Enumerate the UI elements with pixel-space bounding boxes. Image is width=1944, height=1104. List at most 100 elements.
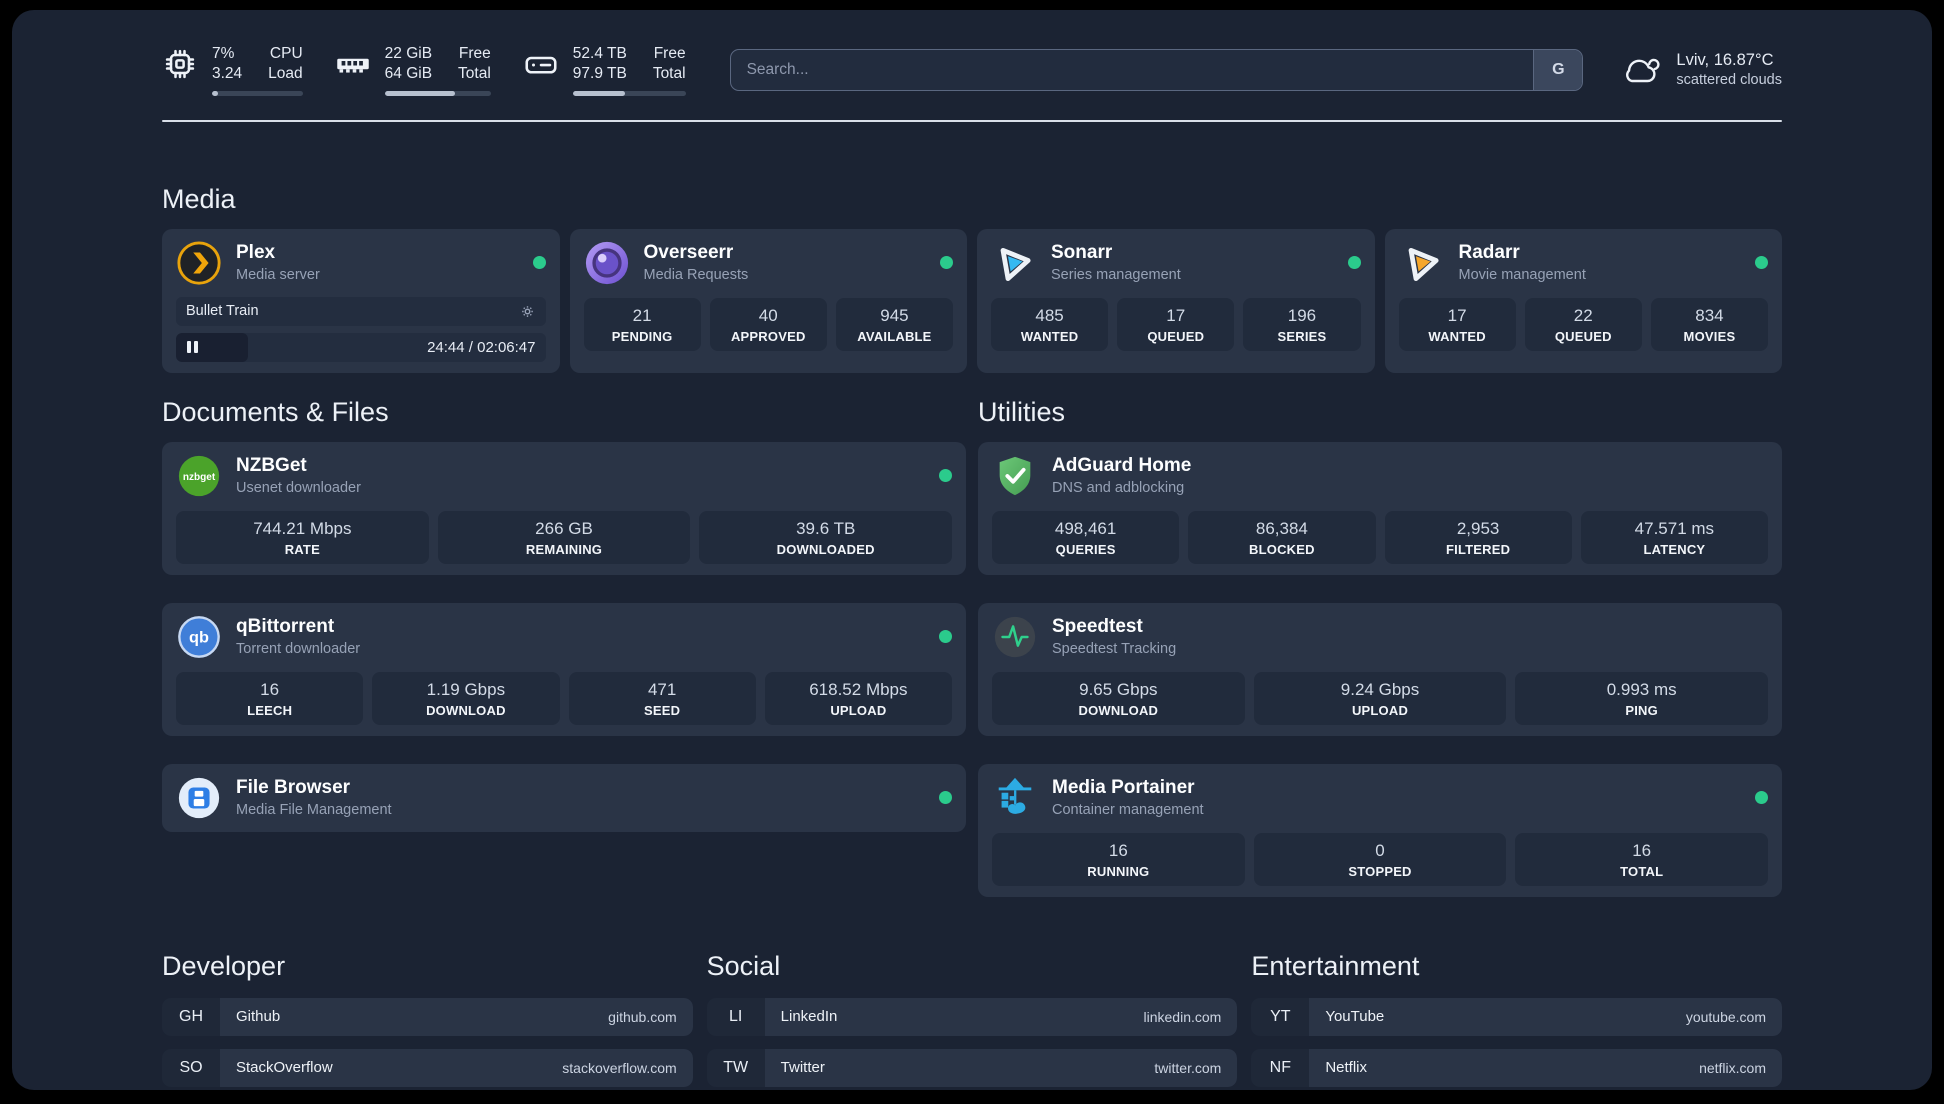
service-card-text: Radarr Movie management (1459, 242, 1586, 283)
service-card-header: File Browser Media File Management (176, 775, 952, 821)
nzbget-icon: nzbget (176, 453, 222, 499)
speedtest-icon (992, 614, 1038, 660)
bookmark-url: twitter.com (1154, 1059, 1222, 1076)
system-value: 22 GiB (384, 45, 433, 62)
bookmark-abbr: TW (706, 1048, 765, 1087)
bookmark-row-github[interactable]: GH Github github.com (162, 997, 693, 1036)
service-card-overseerr[interactable]: Overseerr Media Requests 21 PENDING 40 A… (569, 228, 967, 373)
stat-label: WANTED (1020, 328, 1079, 344)
cpu-icon (162, 44, 198, 82)
service-description: Torrent downloader (236, 641, 361, 658)
search-input[interactable] (730, 60, 1534, 79)
bookmark-name: Twitter (780, 1059, 825, 1077)
bookmark-row-stackoverflow[interactable]: SO StackOverflow stackoverflow.com (162, 1048, 693, 1087)
service-name: Sonarr (1051, 242, 1113, 264)
service-name: Plex (236, 242, 276, 264)
bookmark-row-linkedin[interactable]: LI LinkedIn linkedin.com (706, 997, 1238, 1036)
system-label: Free (458, 45, 491, 62)
overseerr-icon (584, 240, 630, 286)
bookmark-url: netflix.com (1699, 1059, 1766, 1076)
bookmark-body: LinkedIn linkedin.com (764, 997, 1238, 1036)
stats-row: 16 LEECH 1.19 Gbps DOWNLOAD 471 SEED 618… (176, 671, 952, 725)
stat-value: 618.52 Mbps (809, 679, 908, 699)
service-description: Usenet downloader (236, 480, 361, 497)
stat-label: REMAINING (525, 541, 603, 557)
service-card-nzbget[interactable]: nzbget NZBGet Usenet downloader 744.21 M… (162, 441, 966, 575)
service-card-adguard[interactable]: AdGuard Home DNS and adblocking 498,461 … (978, 441, 1782, 575)
documents-card-stack: nzbget NZBGet Usenet downloader 744.21 M… (162, 441, 966, 832)
system-progress-fill (212, 90, 219, 96)
stat-box: 9.65 Gbps DOWNLOAD (992, 671, 1245, 725)
stat-value: 471 (647, 679, 677, 699)
service-card-text: Overseerr Media Requests (644, 242, 749, 283)
stat-box: 2,953 FILTERED (1384, 510, 1572, 564)
service-name: Speedtest (1052, 616, 1143, 638)
bookmark-row-twitter[interactable]: TW Twitter twitter.com (706, 1048, 1238, 1087)
stat-value: 21 (632, 305, 652, 325)
service-card-speedtest[interactable]: Speedtest Speedtest Tracking 9.65 Gbps D… (978, 602, 1782, 736)
stats-row: 744.21 Mbps RATE 266 GB REMAINING 39.6 T… (176, 510, 953, 564)
system-widget-body: 22 GiB 64 GiB Free Total (384, 44, 491, 96)
bookmark-body: YouTube youtube.com (1309, 997, 1782, 1036)
service-card-header: Sonarr Series management (991, 240, 1361, 286)
system-widgets: 7% 3.24 CPU Load 22 GiB 64 GiB Free Tota… (162, 44, 686, 96)
stat-label: WANTED (1428, 328, 1486, 344)
stat-box: 0.993 ms PING (1515, 671, 1769, 725)
system-progress-bar (572, 90, 686, 96)
service-card-sonarr[interactable]: Sonarr Series management 485 WANTED 17 Q… (977, 228, 1375, 373)
stat-box: 196 SERIES (1243, 297, 1361, 351)
service-card-text: NZBGet Usenet downloader (236, 455, 361, 496)
stat-box: 47.571 ms LATENCY (1580, 510, 1768, 564)
stat-label: QUEUED (1554, 328, 1612, 344)
stat-label: QUEUED (1147, 328, 1205, 344)
now-playing-row: Bullet Train (176, 296, 546, 326)
system-widget-body: 52.4 TB 97.9 TB Free Total (572, 44, 686, 96)
service-card-plex[interactable]: Plex Media server Bullet Train 24:44 / 0… (162, 228, 560, 373)
stat-label: BLOCKED (1249, 541, 1315, 557)
system-widget-values: 22 GiB 64 GiB (385, 44, 432, 85)
service-name: Radarr (1458, 242, 1520, 264)
stat-box: 16 LEECH (176, 671, 364, 725)
bookmarks-region: Developer GH Github github.com SO StackO… (162, 951, 1782, 1090)
service-card-filebrowser[interactable]: File Browser Media File Management (162, 763, 966, 832)
bookmark-row-netflix[interactable]: NF Netflix netflix.com (1251, 1048, 1782, 1087)
system-widget-labels: CPU Load (268, 44, 302, 85)
bookmark-body: Github github.com (220, 997, 693, 1036)
stats-row: 485 WANTED 17 QUEUED 196 SERIES (991, 297, 1361, 351)
bookmark-abbr: SO (162, 1048, 220, 1087)
service-card-radarr[interactable]: Radarr Movie management 17 WANTED 22 QUE… (1384, 228, 1782, 373)
service-description: Series management (1051, 267, 1181, 284)
system-label: CPU (269, 45, 303, 62)
stat-value: 47.571 ms (1634, 518, 1715, 538)
bookmark-abbr: GH (162, 997, 220, 1036)
plex-icon (176, 240, 222, 286)
service-card-portainer[interactable]: Media Portainer Container management 16 … (978, 763, 1782, 897)
search-provider-button[interactable]: G (1533, 49, 1583, 90)
stat-label: PING (1625, 702, 1658, 718)
stat-value: 22 (1573, 305, 1593, 325)
weather-widget: Lviv, 16.87°C scattered clouds (1619, 48, 1782, 92)
stat-box: 945 AVAILABLE (835, 297, 954, 351)
weather-condition: scattered clouds (1676, 72, 1782, 89)
service-card-qbittorrent[interactable]: qb qBittorrent Torrent downloader 16 LEE… (162, 602, 966, 736)
system-widget-disk: 52.4 TB 97.9 TB Free Total (523, 44, 686, 96)
system-progress-bar (384, 90, 491, 96)
stat-value: 16 (1632, 840, 1652, 860)
bookmark-list: LI LinkedIn linkedin.com TW Twitter twit… (706, 997, 1238, 1087)
stat-label: UPLOAD (1351, 702, 1409, 718)
gear-icon[interactable] (519, 303, 536, 320)
bookmark-name: StackOverflow (236, 1059, 333, 1077)
status-dot (532, 256, 546, 270)
adguard-icon (992, 453, 1038, 499)
status-dot (1755, 256, 1768, 270)
service-card-header: Media Portainer Container management (992, 775, 1768, 821)
bookmark-abbr: NF (1251, 1048, 1310, 1087)
media-card-grid: Plex Media server Bullet Train 24:44 / 0… (162, 228, 1782, 373)
section-title-entertainment: Entertainment (1251, 950, 1420, 981)
status-dot (939, 469, 952, 483)
service-card-text: qBittorrent Torrent downloader (236, 616, 360, 657)
stat-value: 9.24 Gbps (1340, 679, 1420, 699)
bookmark-row-youtube[interactable]: YT YouTube youtube.com (1251, 997, 1782, 1036)
stat-box: 618.52 Mbps UPLOAD (764, 671, 952, 725)
service-description: Media File Management (236, 802, 392, 819)
